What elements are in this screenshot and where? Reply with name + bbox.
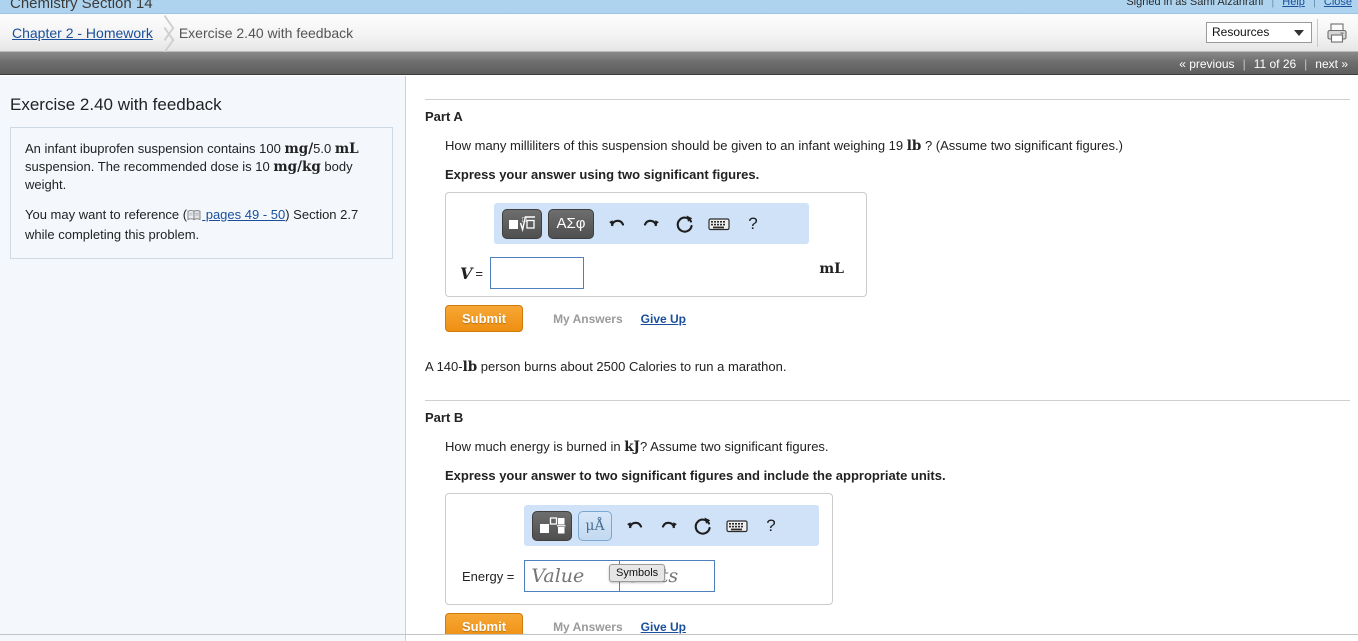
breadcrumb-chevron-icon [153,14,179,52]
part-a-heading: Part A [425,109,463,124]
redo-icon[interactable] [634,210,668,238]
breadcrumb-bar: Chapter 2 - Homework Exercise 2.40 with … [0,14,1358,52]
part-b-answer-card: μÅ ? Energy = Symbols [445,493,833,605]
part-b-value-input[interactable] [524,560,621,592]
course-title: Chemistry Section 14 [10,0,153,12]
part-a-submit-button[interactable]: Submit [445,305,524,332]
part-a-question: How many milliliters of this suspension … [445,137,1358,155]
greek-symbols-button[interactable]: ΑΣφ [548,208,594,239]
help-icon[interactable]: ? [754,512,788,540]
bottom-strip-sidebar [0,635,406,641]
pagination-separator-2: | [1304,56,1308,71]
part-b-my-answers[interactable]: My Answers [553,620,623,634]
part-a-answer-card: □ ΑΣφ ? V = mL [445,192,867,297]
problem-paragraph-1: An infant ibuprofen suspension contains … [25,140,378,194]
account-separator-2: | [1312,0,1316,8]
printer-icon[interactable] [1324,20,1350,46]
top-account-bar: Chemistry Section 14 Signed in as Sami A… [0,0,1358,14]
part-b-math-toolbar: μÅ ? [524,505,819,546]
part-a-body: How many milliliters of this suspension … [445,137,1358,332]
problem-statement-box: An infant ibuprofen suspension contains … [10,127,393,259]
part-b-body: How much energy is burned in kJ? Assume … [445,438,1358,640]
part-a-give-up[interactable]: Give Up [641,312,686,326]
part-a-my-answers[interactable]: My Answers [553,312,623,326]
pagination-controls: « previous | 11 of 26 | next » [1179,52,1348,75]
toolbar-divider [1317,19,1318,47]
book-icon [187,208,201,226]
part-a-question-text-a: How many milliliters of this suspension … [445,138,907,153]
mid-note: A 140-lb person burns about 2500 Calorie… [425,359,1358,375]
unit-mg-per-kg: mg/kg [273,159,321,175]
part-a-math-toolbar: □ ΑΣφ ? [494,203,809,244]
reset-icon[interactable] [686,512,720,540]
unit-kJ: kJ [624,439,640,455]
unit-mg-1: mg [284,141,309,157]
keyboard-icon[interactable] [720,512,754,540]
close-link[interactable]: Close [1324,0,1352,8]
unit-lb-a: lb [906,138,922,154]
part-b-give-up[interactable]: Give Up [641,620,686,634]
account-links: Signed in as Sami Alzahrani | Help | Clo… [1126,0,1352,8]
page-indicator: 11 of 26 [1253,56,1297,71]
part-a-question-text-b: ? (Assume two significant figures.) [921,138,1123,153]
part-b-question: How much energy is burned in kJ? Assume … [445,438,1358,456]
part-b-answer-row: Energy = [462,560,716,592]
symbols-tooltip: Symbols [609,564,666,582]
chevron-down-icon[interactable] [1294,30,1304,36]
keyboard-icon[interactable] [702,210,736,238]
account-separator-1: | [1271,0,1275,8]
undo-icon[interactable] [618,512,652,540]
math-template-icon[interactable] [532,510,572,541]
breadcrumb-parent-link[interactable]: Chapter 2 - Homework [12,25,153,41]
help-icon[interactable]: ? [736,210,770,238]
breadcrumb-current: Exercise 2.40 with feedback [178,25,354,41]
main-content: Part A How many milliliters of this susp… [407,76,1358,641]
problem-text-1c: suspension. The recommended dose is 10 [25,159,274,174]
unit-mL-1: mL [334,141,359,157]
part-a-variable-label: V [460,263,473,283]
undo-icon[interactable] [600,210,634,238]
resources-dropdown[interactable]: Resources [1206,22,1312,43]
math-template-icon[interactable]: □ [502,208,542,239]
part-b-energy-label: Energy = [462,568,515,584]
problem-text-1a: An infant ibuprofen suspension contains … [25,141,285,156]
pagination-bar: « previous | 11 of 26 | next » [0,52,1358,75]
part-b-question-text-b: ? Assume two significant figures. [639,439,829,454]
part-a-unit-label: mL [819,261,844,277]
next-button[interactable]: next » [1315,57,1348,71]
breadcrumb: Chapter 2 - Homework Exercise 2.40 with … [12,14,353,52]
previous-button[interactable]: « previous [1179,57,1234,71]
reference-pages-link[interactable]: pages 49 - 50 [202,207,286,222]
problem-text-1b: 5.0 [313,141,335,156]
signed-in-label: Signed in as Sami Alzahrani [1126,0,1264,8]
part-b-heading: Part B [425,410,464,425]
part-b-question-text-a: How much energy is burned in [445,439,625,454]
part-a-instruction: Express your answer using two significan… [445,167,760,182]
problem-text-2a: You may want to reference ( [25,207,188,222]
part-a-answer-row: V = [460,257,585,289]
part-b-instruction: Express your answer to two significant f… [445,468,946,483]
part-a-answer-input[interactable] [490,257,585,289]
bottom-cut-off-strip [0,634,1358,641]
reset-icon[interactable] [668,210,702,238]
part-b-divider [425,400,1350,401]
help-link[interactable]: Help [1282,0,1305,8]
part-a-equals: = [475,265,484,281]
pagination-separator-1: | [1242,56,1246,71]
redo-icon[interactable] [652,512,686,540]
mid-note-text-b: person burns about 2500 Calories to run … [477,359,787,374]
page-title: Exercise 2.40 with feedback [10,95,222,114]
unit-lb-mid: lb [462,359,478,375]
part-a-divider [425,99,1350,100]
mid-note-text-a: A 140- [425,359,463,374]
units-symbols-button[interactable]: μÅ [578,510,612,541]
problem-paragraph-2: You may want to reference ( pages 49 - 5… [25,206,378,244]
part-a-submit-row: Submit My Answers Give Up [445,305,1358,332]
problem-sidebar: Exercise 2.40 with feedback An infant ib… [0,76,406,634]
